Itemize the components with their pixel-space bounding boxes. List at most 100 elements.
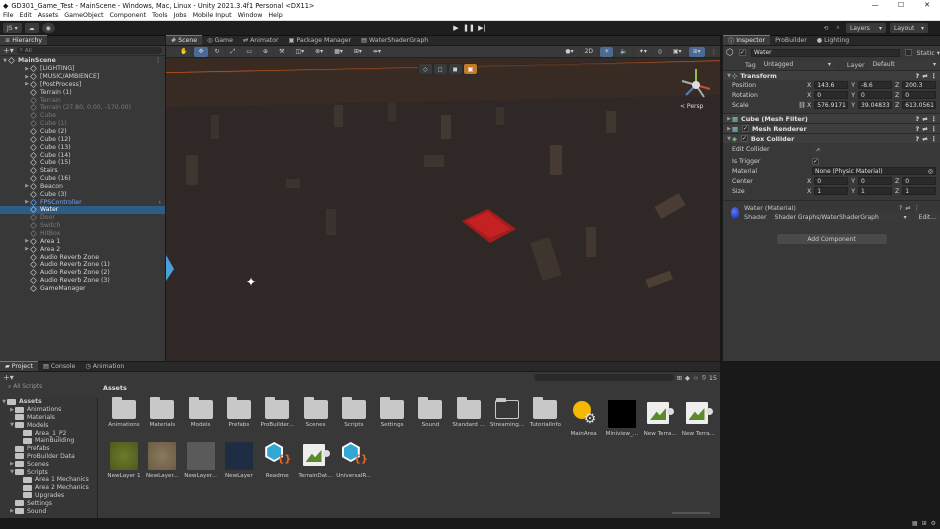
hierarchy-item[interactable]: ▶ [LIGHTING] xyxy=(0,65,165,73)
tab-inspector[interactable]: ⓘ Inspector xyxy=(723,35,771,45)
pause-icon[interactable]: ❚❚ xyxy=(463,23,475,33)
hierarchy-item[interactable]: Stairs xyxy=(0,167,165,175)
asset-item[interactable]: NewLayer... xyxy=(143,442,181,479)
size-z-field[interactable]: 1 xyxy=(902,187,937,195)
project-search-input[interactable] xyxy=(533,374,674,381)
hierarchy-item[interactable]: Terrain (1) xyxy=(0,88,165,96)
project-tree-item[interactable]: ▼ Assets xyxy=(0,398,97,406)
tab-scene[interactable]: # Scene xyxy=(166,35,203,45)
account-dropdown[interactable]: JS ▾ xyxy=(3,23,22,33)
project-tree-item[interactable]: ▶ Sound xyxy=(0,507,97,515)
active-checkbox[interactable]: ✓ xyxy=(738,49,746,56)
search-by-type-icon[interactable]: ⊞ xyxy=(677,374,682,382)
transform-tool-icon[interactable]: ⊕ xyxy=(259,46,273,57)
expand-arrow-icon[interactable]: ▶ xyxy=(24,66,30,72)
link-icon[interactable]: ⛓ xyxy=(798,101,807,109)
size-x-field[interactable]: 1 xyxy=(814,187,849,195)
hierarchy-item[interactable]: ▶ Area 1 xyxy=(0,237,165,245)
hierarchy-item[interactable]: Cube (3) xyxy=(0,190,165,198)
tab-watershadergraph[interactable]: ▤ WaterShaderGraph xyxy=(356,35,433,45)
asset-item[interactable]: Streaming... xyxy=(488,398,526,428)
hierarchy-item[interactable]: ▶ Area 2 xyxy=(0,245,165,253)
audio-toggle-icon[interactable]: 🔈 xyxy=(616,46,632,57)
mesh-renderer-checkbox[interactable]: ✓ xyxy=(742,125,750,132)
tag-dropdown[interactable]: Untagged ▾ xyxy=(759,59,835,70)
search-icon[interactable]: ⌕ xyxy=(834,24,842,32)
overlay-face-icon[interactable]: ◼ xyxy=(448,64,462,74)
tab-animation[interactable]: ◷ Animation xyxy=(80,361,129,371)
component-menu-icon[interactable]: ⋮ xyxy=(931,72,937,80)
asset-item[interactable]: ⚙ MainArea xyxy=(565,400,603,437)
project-tree-item[interactable]: Area 2 Mechanics xyxy=(0,484,97,492)
tab-hierarchy[interactable]: ≡ Hierarchy xyxy=(0,35,48,45)
project-tree-item[interactable]: ▼ Scripts xyxy=(0,468,97,476)
debug-icon[interactable]: ⚙ xyxy=(931,520,936,527)
hierarchy-item[interactable]: Terrain xyxy=(0,96,165,104)
asset-item[interactable]: Miniview_... xyxy=(603,400,641,437)
tab-probuilder[interactable]: ProBuilder xyxy=(770,35,812,45)
hierarchy-item[interactable]: ▶ [PostProcess] xyxy=(0,81,165,89)
menu-tools[interactable]: Tools xyxy=(152,12,168,19)
tab-package-manager[interactable]: ▣ Package Manager xyxy=(284,35,357,45)
project-tree-item[interactable]: Area 1 Mechanics xyxy=(0,476,97,484)
orientation-gizmo-icon[interactable] xyxy=(676,65,716,103)
hierarchy-item[interactable]: Cube (16) xyxy=(0,175,165,183)
asset-item[interactable]: Standard ... xyxy=(450,397,488,428)
hierarchy-item[interactable]: Cube (12) xyxy=(0,135,165,143)
mesh-filter-header[interactable]: ▶ ▦ Cube (Mesh Filter) ? ⇌ ⋮ xyxy=(723,113,940,123)
hierarchy-item[interactable]: ▶ [MUSIC/AMBIENCE] xyxy=(0,73,165,81)
project-tree-item[interactable]: ProBuilder Data xyxy=(0,453,97,461)
minimize-button[interactable]: — xyxy=(862,0,888,11)
menu-window[interactable]: Window xyxy=(238,12,263,19)
menu-edit[interactable]: Edit xyxy=(20,12,32,19)
menu-file[interactable]: File xyxy=(3,12,14,19)
box-collider-header[interactable]: ▼ ◈ ✓ Box Collider ? ⇌ ⋮ xyxy=(723,133,940,143)
play-icon[interactable]: ▶ xyxy=(450,23,462,33)
menu-gameobject[interactable]: GameObject xyxy=(64,12,103,19)
asset-item[interactable]: Scenes xyxy=(297,397,335,428)
physic-material-field[interactable]: None (Physic Material) ◎ xyxy=(812,167,936,175)
hierarchy-item[interactable]: Switch xyxy=(0,222,165,230)
asset-item[interactable]: {} Readme xyxy=(258,442,296,479)
project-tree-item[interactable]: Prefabs xyxy=(0,445,97,453)
menu-mobile-input[interactable]: Mobile Input xyxy=(193,12,232,19)
scale-z-field[interactable]: 613.0561 xyxy=(902,101,937,109)
size-y-field[interactable]: 1 xyxy=(858,187,893,195)
asset-item[interactable]: Animations xyxy=(105,397,143,428)
rotate-tool-icon[interactable]: ↻ xyxy=(210,46,224,57)
prefab-open-icon[interactable]: › xyxy=(159,199,161,206)
cloud-icon[interactable]: ☁ xyxy=(24,23,39,33)
camera-settings-icon[interactable]: ▣▾ xyxy=(668,46,686,57)
scene-menu-icon[interactable]: ⋮ xyxy=(711,48,717,56)
maximize-button[interactable]: ☐ xyxy=(888,0,914,11)
progress-icon[interactable]: ▦ xyxy=(912,520,918,527)
gizmos-toggle-icon[interactable]: ⊕▾ xyxy=(688,46,705,57)
position-z-field[interactable]: 200.3 xyxy=(902,81,937,89)
project-tree-item[interactable]: Area_1_P2 xyxy=(0,429,97,437)
center-y-field[interactable]: 0 xyxy=(858,177,893,185)
menu-jobs[interactable]: Jobs xyxy=(174,12,187,19)
object-name-field[interactable]: Water xyxy=(750,48,900,57)
asset-item[interactable]: Sound xyxy=(411,397,449,428)
material-name[interactable]: Water (Material) xyxy=(744,204,796,212)
project-breadcrumb[interactable]: Assets xyxy=(100,384,127,394)
asset-item[interactable]: Models xyxy=(182,397,220,428)
hidden-packages-icon[interactable]: ⦸ xyxy=(702,373,706,382)
create-asset-button[interactable]: +▾ xyxy=(3,373,14,382)
hierarchy-item[interactable]: ▶ FPSController › xyxy=(0,198,165,206)
rotation-y-field[interactable]: 0 xyxy=(858,91,893,99)
asset-item[interactable]: TerrainDat... xyxy=(297,442,335,479)
menu-assets[interactable]: Assets xyxy=(38,12,59,19)
help-icon[interactable]: ? xyxy=(916,72,920,80)
center-x-field[interactable]: 0 xyxy=(814,177,849,185)
hierarchy-item[interactable]: Cube xyxy=(0,112,165,120)
scale-y-field[interactable]: 39.04833 xyxy=(858,101,893,109)
hierarchy-scene-root[interactable]: ▼ MainScene ⋮ xyxy=(0,57,165,65)
overlay-object-icon[interactable]: ▣ xyxy=(463,64,478,74)
scale-tool-icon[interactable]: ⤢ xyxy=(226,46,240,57)
shader-edit-button[interactable]: Edit... xyxy=(914,212,940,222)
shader-dropdown[interactable]: Shader Graphs/WaterShaderGraph ▾ xyxy=(770,212,911,222)
box-collider-checkbox[interactable]: ✓ xyxy=(740,135,748,142)
effects-toggle-icon[interactable]: ✦▾ xyxy=(634,46,651,57)
rotation-x-field[interactable]: 0 xyxy=(814,91,849,99)
